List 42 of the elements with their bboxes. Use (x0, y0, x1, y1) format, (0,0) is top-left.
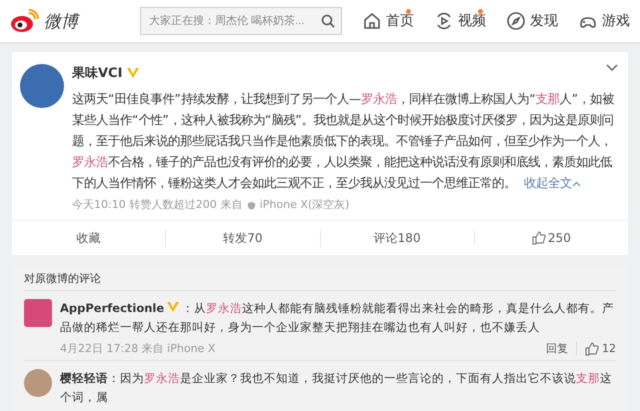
source-label: 来自 (220, 197, 243, 212)
search-field[interactable]: 大家正在搜：周杰伦 喝杯奶茶... (147, 14, 317, 28)
comment-text: 樱轻轻语：因为罗永浩是企业家？我也不知道，我挺讨厌他的一些言论的，下面有人指出它不该说支那这个词，属 (60, 370, 613, 406)
name-link[interactable]: 罗永浩 (72, 154, 108, 169)
search-icon (321, 14, 335, 28)
share-stat: 转赞人数超过200 (130, 197, 217, 212)
chevron-down-icon[interactable] (606, 64, 618, 72)
home-icon (362, 11, 382, 31)
post-text: 这两天“田佳良事件”持续发酵，让我想到了另一个人—罗永浩，同样在微博上称国人为“支那人”，如被某些人当作“个性”，这种人被我称为“脑残”。我也就是从这个时候开始极度讨厌偻罗，因为这是原则问题，至于他后来说的那些屁话我只当作是他素质低下的表现。不管锤子产品如何，但至少作为一个人， 罗永浩不合格，锤子的产品也没有评价的必要，人以类聚，能把这种说话没有原则和底线，素质如此低下的人当作情怀，锤粉这类人才会如此三观不正，至少我从没见过一个思维正常的。 收起全文 (72, 90, 616, 192)
logo-text: 微博 (44, 10, 78, 32)
reply-link[interactable]: 回复 (546, 341, 577, 356)
author-name[interactable]: 果味VCI (72, 64, 122, 82)
search-box[interactable]: 大家正在搜：周杰伦 喝杯奶茶... (140, 7, 342, 35)
caret-up-icon (572, 181, 581, 187)
nav-link[interactable]: 视频 (434, 11, 486, 31)
name-link[interactable]: 支那 (536, 91, 560, 106)
name-link[interactable]: 罗永浩 (361, 91, 398, 106)
comment-text: AppPerfectionle ：从罗永浩这种人都能有脑残锤粉就能看得出来社会的畸形，真是什么人都有。产品做的稀烂一帮人还在那叫好，身为一个企业家整天把翔挂在嘴边也有人叫好，也不嫌丢人 (60, 300, 616, 336)
thumbs-up-icon (532, 231, 546, 245)
action-button[interactable]: 评论180 (320, 230, 474, 246)
avatar (24, 369, 52, 397)
action-button[interactable]: 收藏 (12, 230, 166, 246)
comments-heading: 对原微博的评论 (24, 271, 616, 291)
phone-avatar (24, 299, 52, 327)
avatar (20, 64, 64, 108)
apple-icon (246, 200, 256, 210)
name-link[interactable]: 罗永浩 (206, 301, 242, 315)
thumbs-up-icon (585, 342, 599, 356)
nav-link[interactable]: 发现 (506, 11, 558, 31)
name-link[interactable]: 罗永浩 (144, 371, 180, 385)
like-button[interactable]: 12 (577, 342, 616, 356)
name-link[interactable]: 支那 (576, 371, 600, 385)
collapse-link[interactable]: 收起全文 (524, 175, 581, 190)
nav-link[interactable]: 游戏 (578, 11, 630, 31)
post-time: 今天10:10 (72, 197, 126, 212)
compass-icon (506, 11, 526, 31)
comment-time: 4月22日 17:28 来自 iPhone X (60, 341, 216, 356)
weibo-logo[interactable]: 微博 (10, 9, 130, 33)
action-button[interactable]: 转发70 (165, 230, 320, 246)
nav-link[interactable]: 首页 (362, 11, 414, 31)
like-button[interactable]: 250 (474, 231, 628, 245)
weibo-eye-icon (10, 9, 40, 33)
